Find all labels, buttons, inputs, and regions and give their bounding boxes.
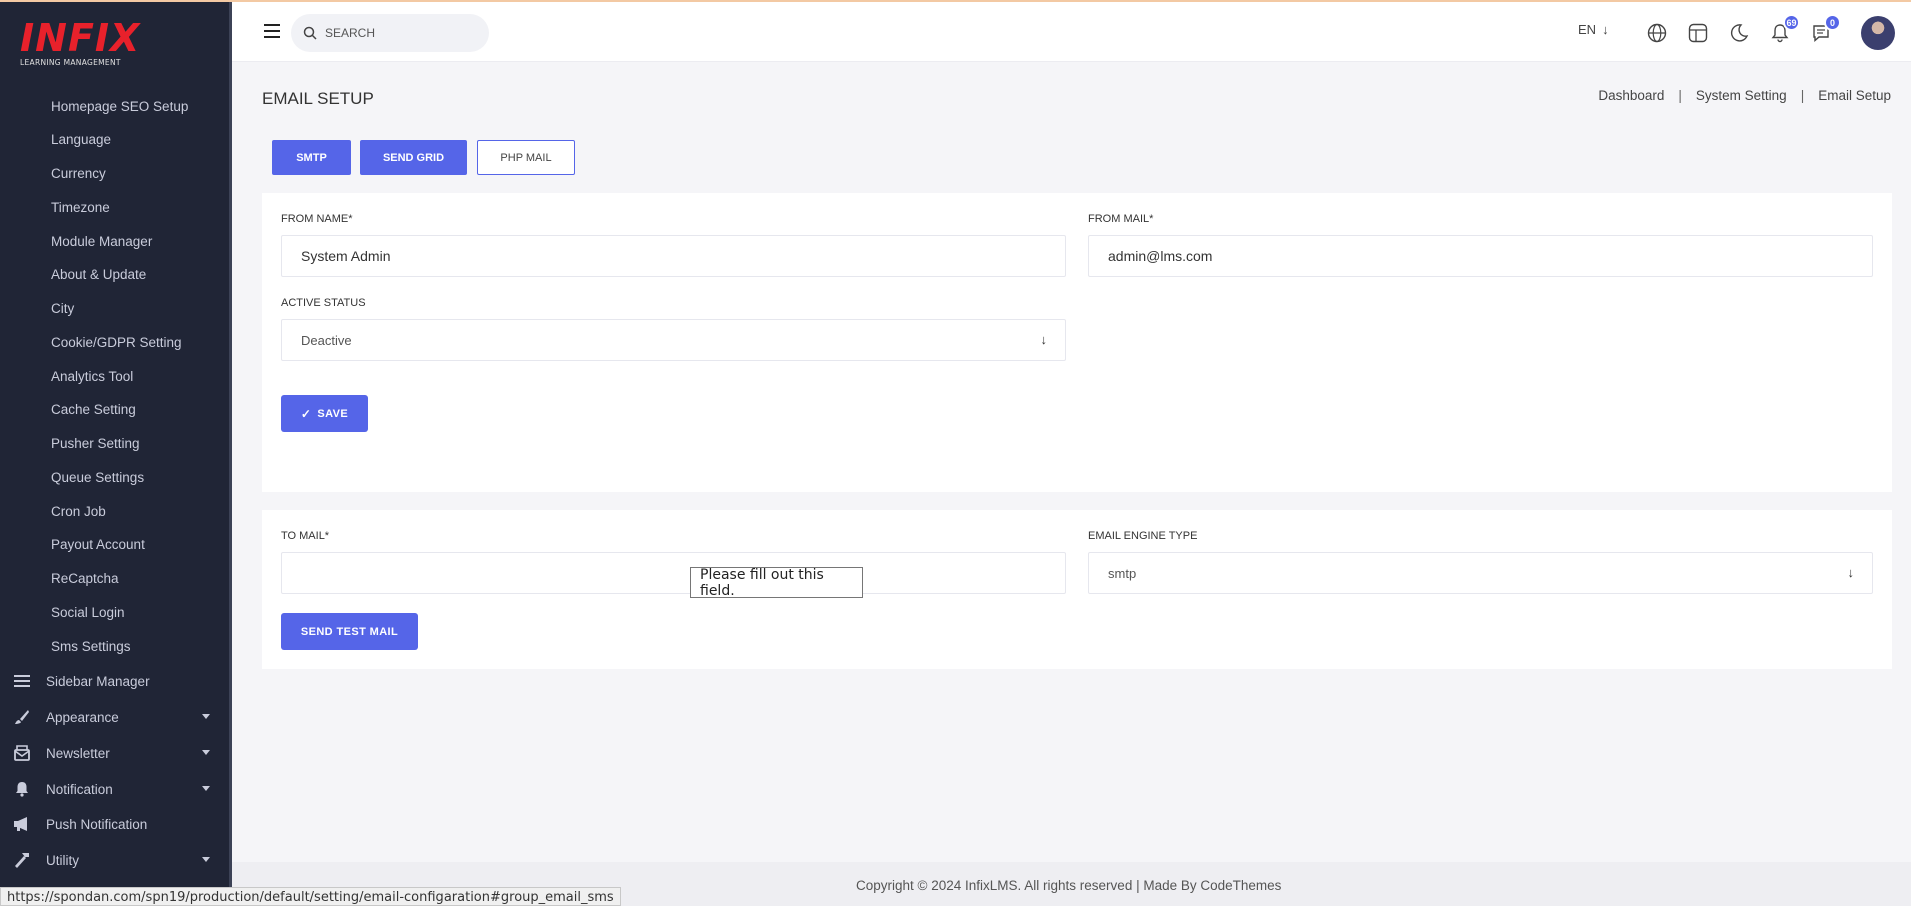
brush-icon [12, 707, 32, 727]
logo[interactable]: INFIX LEARNING MANAGEMENT [20, 18, 170, 72]
caret-down-icon [202, 714, 210, 719]
search-box[interactable] [291, 14, 489, 52]
sidebar-item-label: Sidebar Manager [46, 673, 150, 689]
breadcrumb-system-setting[interactable]: System Setting [1696, 88, 1787, 103]
language-selector[interactable]: EN ↓ [1578, 22, 1609, 37]
from-mail-label: FROM MAIL* [1088, 213, 1154, 225]
sidebar-item-social-login[interactable]: Social Login [51, 605, 125, 620]
hammer-icon [12, 850, 32, 870]
list-icon [12, 671, 32, 691]
sidebar-item-cookie-gdpr-setting[interactable]: Cookie/GDPR Setting [51, 335, 182, 350]
arrow-down-icon: ↓ [1040, 332, 1048, 347]
sidebar-item-utility[interactable]: Utility [0, 843, 222, 877]
message-count-badge: 0 [1824, 14, 1841, 31]
caret-down-icon [202, 786, 210, 791]
to-mail-label: TO MAIL* [281, 530, 330, 542]
sidebar-item-recaptcha[interactable]: ReCaptcha [51, 571, 119, 586]
email-settings-card: FROM NAME* System Admin FROM MAIL* admin… [262, 193, 1892, 492]
sidebar-item-label: Notification [46, 781, 113, 797]
sidebar-item-language[interactable]: Language [51, 132, 111, 147]
sidebar-item-cron-job[interactable]: Cron Job [51, 504, 106, 519]
sidebar-scrollbar[interactable] [229, 565, 232, 906]
sidebar: INFIX LEARNING MANAGEMENT Homepage SEO S… [0, 0, 232, 906]
breadcrumb: Dashboard | System Setting | Email Setup [1598, 88, 1891, 103]
from-name-label: FROM NAME* [281, 213, 353, 225]
tab-smtp[interactable]: SMTP [272, 140, 351, 175]
status-bar-url: https://spondan.com/spn19/production/def… [0, 887, 621, 906]
tab-send-grid[interactable]: SEND GRID [360, 140, 467, 175]
breadcrumb-separator: | [1678, 88, 1682, 103]
email-engine-type-label: EMAIL ENGINE TYPE [1088, 530, 1198, 542]
page-title: EMAIL SETUP [262, 89, 374, 108]
caret-down-icon [202, 750, 210, 755]
arrow-down-icon: ↓ [1602, 22, 1609, 37]
sidebar-item-about-update[interactable]: About & Update [51, 267, 146, 282]
sidebar-item-sms-settings[interactable]: Sms Settings [51, 639, 131, 654]
check-icon: ✓ [300, 406, 312, 421]
notification-bell-icon[interactable]: 69 [1768, 14, 1800, 45]
hamburger-menu-button[interactable] [264, 24, 280, 38]
sidebar-item-label: Appearance [46, 709, 119, 725]
sidebar-item-label: Push Notification [46, 816, 148, 832]
search-input[interactable] [325, 26, 475, 40]
globe-icon[interactable] [1645, 21, 1669, 45]
active-status-label: ACTIVE STATUS [281, 297, 366, 309]
email-engine-type-value: smtp [1108, 565, 1137, 581]
breadcrumb-separator: | [1800, 88, 1805, 103]
sidebar-item-label: Newsletter [46, 745, 110, 761]
sidebar-item-module-manager[interactable]: Module Manager [51, 234, 152, 249]
sidebar-item-currency[interactable]: Currency [51, 166, 106, 181]
sidebar-item-queue-settings[interactable]: Queue Settings [51, 470, 144, 485]
bell-icon [12, 779, 32, 799]
to-mail-input[interactable] [281, 552, 1066, 594]
sidebar-item-sidebar-manager[interactable]: Sidebar Manager [0, 664, 222, 698]
sidebar-item-homepage-seo-setup[interactable]: Homepage SEO Setup [51, 99, 188, 114]
sidebar-item-label: Utility [46, 852, 79, 868]
from-name-input[interactable]: System Admin [281, 235, 1066, 277]
language-label: EN [1578, 22, 1597, 37]
sidebar-item-appearance[interactable]: Appearance [0, 700, 222, 734]
active-status-select[interactable]: Deactive ↓ [281, 319, 1066, 361]
from-mail-input[interactable]: admin@lms.com [1088, 235, 1873, 277]
newsletter-icon [12, 743, 32, 763]
tab-php-mail[interactable]: PHP MAIL [477, 140, 575, 175]
layout-icon[interactable] [1686, 21, 1710, 45]
megaphone-icon [12, 814, 32, 834]
avatar[interactable] [1861, 16, 1895, 50]
save-button-label: SAVE [317, 407, 349, 420]
save-button[interactable]: ✓ SAVE [281, 395, 368, 432]
send-test-mail-button[interactable]: SEND TEST MAIL [281, 613, 418, 650]
copyright-text: Copyright © 2024 InfixLMS. All rights re… [856, 878, 1282, 893]
sidebar-item-pusher-setting[interactable]: Pusher Setting [51, 436, 140, 451]
moon-icon[interactable] [1727, 21, 1751, 45]
validation-tooltip: Please fill out this field. [690, 567, 863, 599]
sidebar-item-payout-account[interactable]: Payout Account [51, 537, 145, 552]
top-accent-line [0, 0, 1911, 2]
arrow-down-icon: ↓ [1847, 565, 1855, 580]
active-status-value: Deactive [301, 332, 352, 348]
notification-count-badge: 69 [1783, 14, 1800, 31]
sidebar-item-cache-setting[interactable]: Cache Setting [51, 402, 136, 417]
breadcrumb-email-setup[interactable]: Email Setup [1818, 88, 1891, 103]
sidebar-item-push-notification[interactable]: Push Notification [0, 807, 222, 841]
breadcrumb-dashboard[interactable]: Dashboard [1598, 88, 1664, 103]
message-icon[interactable]: 0 [1809, 14, 1841, 45]
top-header: EN ↓ 69 0 [232, 2, 1911, 62]
caret-down-icon [202, 857, 210, 862]
sidebar-item-newsletter[interactable]: Newsletter [0, 736, 222, 770]
sidebar-item-timezone[interactable]: Timezone [51, 200, 110, 215]
search-icon [303, 26, 317, 40]
logo-main-text: INFIX [20, 16, 141, 60]
sidebar-item-analytics-tool[interactable]: Analytics Tool [51, 369, 133, 384]
email-engine-type-select[interactable]: smtp ↓ [1088, 552, 1873, 594]
test-mail-card: TO MAIL* EMAIL ENGINE TYPE smtp ↓ SEND T… [262, 510, 1892, 669]
sidebar-item-notification[interactable]: Notification [0, 772, 222, 806]
logo-sub-text: LEARNING MANAGEMENT [20, 58, 121, 67]
sidebar-item-city[interactable]: City [51, 301, 74, 316]
